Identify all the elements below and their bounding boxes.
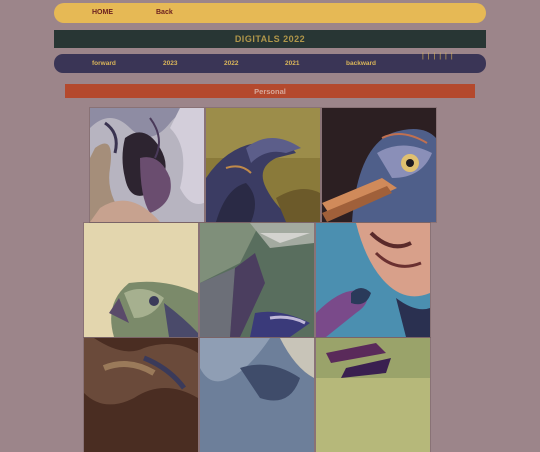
year-pipes: | | | | | | [422,53,454,60]
gallery-tile[interactable] [84,338,198,452]
gallery-tile[interactable] [84,223,198,337]
year-nav: forward 2023 2022 2021 backward | | | | … [54,53,486,73]
section-label: Personal [254,87,286,96]
gallery-tile[interactable] [200,223,314,337]
top-nav: HOME Back [54,3,486,23]
gallery-tile[interactable] [90,108,204,222]
gallery-tile[interactable] [316,338,430,452]
bird-on-branch-blue-image [316,223,430,337]
gallery-tile[interactable] [316,223,430,337]
geometric-gray-green-image [200,223,314,337]
title-bar: DIGITALS 2022 [54,30,486,48]
back-link[interactable]: Back [156,9,173,16]
page-title: DIGITALS 2022 [234,34,306,44]
green-purple-shapes-image [316,338,430,452]
bird-crest-golden-image [206,108,320,222]
gallery-tile[interactable] [206,108,320,222]
year-2022-link[interactable]: 2022 [224,60,238,67]
bird-heron-eye-dark-image [322,108,436,222]
gallery-tile[interactable] [322,108,436,222]
abstract-portrait-swirl-image [90,108,204,222]
blue-gray-texture-image [200,338,314,452]
gallery-tile[interactable] [200,338,314,452]
home-link[interactable]: HOME [92,9,113,16]
section-bar: Personal [65,84,475,98]
bird-cream-abstract-image [84,223,198,337]
forward-link[interactable]: forward [92,60,116,67]
year-2021-link[interactable]: 2021 [285,60,299,67]
backward-link[interactable]: backward [346,60,376,67]
brown-texture-image [84,338,198,452]
year-2023-link[interactable]: 2023 [163,60,177,67]
